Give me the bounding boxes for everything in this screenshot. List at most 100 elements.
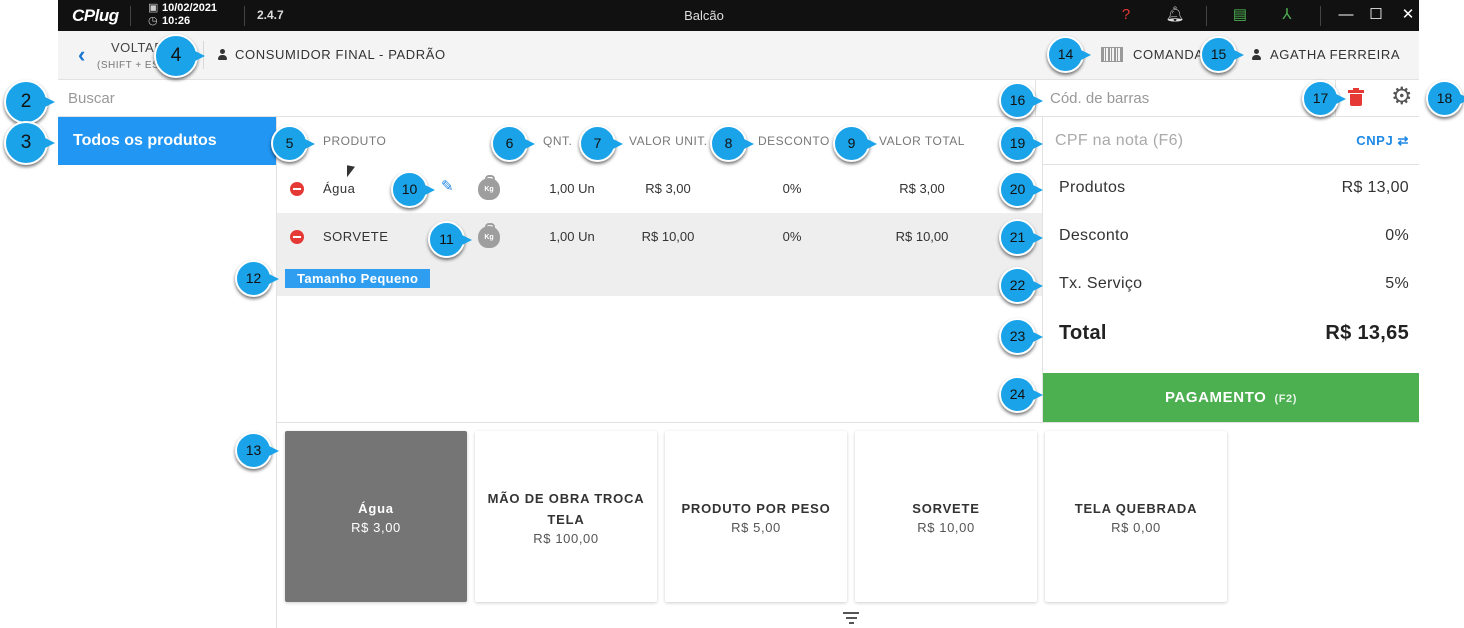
swap-icon: ⇄ [1397, 133, 1409, 148]
network-icon[interactable]: ⅄ [1277, 6, 1297, 24]
summary-total: Total R$ 13,65 [1059, 322, 1409, 344]
col-qty: QNT. [543, 134, 573, 148]
item-discount: 0% [782, 181, 802, 196]
callout-badge: 20 [999, 171, 1043, 208]
callout-badge: 6 [491, 125, 535, 162]
cnpj-label: CNPJ [1356, 133, 1394, 148]
payment-button[interactable]: PAGAMENTO (F2) [1043, 373, 1419, 422]
time-display: ◷ 10:26 [148, 15, 191, 27]
date-display: ▣ 10/02/2021 [148, 2, 218, 14]
title-bar: CPlug ▣ 10/02/2021 ◷ 10:26 2.4.7 Balcão ? … [58, 0, 1419, 31]
item-qty: 1,00 Un [549, 181, 595, 196]
user-selector[interactable]: AGATHA FERREIRA [1252, 47, 1400, 62]
clock-icon: ◷ [148, 15, 158, 27]
search-bar: ⚙ [58, 80, 1419, 117]
item-unit-price: R$ 10,00 [641, 229, 695, 244]
close-icon[interactable]: ✕ [1398, 6, 1418, 24]
maximize-icon[interactable]: ☐ [1366, 6, 1386, 24]
chevron-left-icon: ‹ [78, 42, 86, 67]
remove-item-icon[interactable] [290, 182, 304, 196]
window-title: Balcão [684, 8, 724, 23]
cnpj-toggle[interactable]: CNPJ ⇄ [1356, 133, 1409, 149]
product-price: R$ 100,00 [533, 530, 599, 546]
callout-badge: 17 [1302, 80, 1346, 117]
category-all-products[interactable]: Todos os produtos [58, 117, 276, 165]
search-input[interactable] [66, 86, 1020, 110]
callout-badge: 5 [271, 125, 315, 162]
calendar-icon: ▣ [148, 2, 159, 14]
weight-icon[interactable]: Kg [478, 175, 500, 200]
product-name: Água [358, 501, 394, 516]
callout-badge: 15 [1200, 36, 1244, 73]
product-card[interactable]: TELA QUEBRADA R$ 0,00 [1045, 431, 1227, 602]
person-icon [1252, 49, 1261, 61]
product-name: MÃO DE OBRA TROCA TELA [487, 490, 645, 527]
callout-badge: 8 [710, 125, 754, 162]
pencil-icon[interactable]: ✎ [441, 177, 454, 195]
callout-badge: 2 [4, 80, 55, 124]
cpf-input[interactable]: CPF na nota (F6) [1055, 132, 1183, 150]
product-price: R$ 10,00 [917, 520, 975, 535]
product-name: PRODUTO POR PESO [681, 501, 831, 516]
divider [1320, 6, 1321, 26]
bell-icon[interactable]: 🔔︎ [1165, 6, 1185, 24]
customer-selector[interactable]: CONSUMIDOR FINAL - PADRÃO [218, 47, 446, 62]
product-card[interactable]: Água R$ 3,00 [285, 431, 467, 602]
minimize-icon[interactable]: — [1336, 6, 1356, 24]
table-header: PRODUTO QNT. VALOR UNIT. DESCONTO VALOR … [277, 117, 1042, 165]
mouse-cursor [347, 165, 355, 179]
category-label: Todos os produtos [73, 132, 217, 149]
col-discount: DESCONTO [758, 134, 830, 148]
gear-icon[interactable]: ⚙ [1391, 84, 1413, 110]
item-name: Água [323, 181, 356, 196]
product-card[interactable]: MÃO DE OBRA TROCA TELA R$ 100,00 [475, 431, 657, 602]
remove-item-icon[interactable] [290, 230, 304, 244]
callout-badge: 12 [235, 260, 279, 297]
barcode-input[interactable] [1048, 86, 1292, 110]
table-row[interactable]: SORVETE Kg 1,00 Un R$ 10,00 0% R$ 10,00 [277, 213, 1042, 261]
summary-service-fee: Tx. Serviço 5% [1059, 275, 1409, 292]
person-icon [218, 49, 227, 61]
col-product: PRODUTO [323, 134, 387, 148]
callout-badge: 24 [999, 376, 1043, 413]
callout-badge: 14 [1047, 36, 1091, 73]
col-unit-price: VALOR UNIT. [629, 134, 708, 148]
filter-icon[interactable] [843, 612, 859, 627]
callout-badge: 22 [999, 267, 1043, 304]
help-icon[interactable]: ? [1116, 6, 1136, 24]
divider [130, 6, 131, 26]
divider [1206, 6, 1207, 26]
product-card[interactable]: PRODUTO POR PESO R$ 5,00 [665, 431, 847, 602]
weight-icon[interactable]: Kg [478, 223, 500, 248]
callout-badge: 11 [428, 221, 472, 258]
callout-badge: 16 [999, 82, 1043, 119]
product-price: R$ 5,00 [731, 520, 781, 535]
callout-badge: 21 [999, 219, 1043, 256]
divider [244, 6, 245, 26]
product-price: R$ 3,00 [351, 520, 401, 535]
callout-badge: 13 [235, 432, 279, 469]
summary-discount: Desconto 0% [1059, 227, 1409, 244]
divider [1043, 164, 1419, 165]
product-name: SORVETE [912, 501, 980, 516]
server-icon[interactable]: ▤ [1230, 6, 1250, 24]
variant-tag: Tamanho Pequeno [285, 269, 431, 288]
callout-badge: 7 [579, 125, 623, 162]
product-price: R$ 0,00 [1111, 520, 1161, 535]
item-unit-price: R$ 3,00 [645, 181, 691, 196]
callout-badge: 18 [1426, 80, 1464, 117]
callout-badge: 3 [4, 121, 55, 165]
item-qty: 1,00 Un [549, 229, 595, 244]
trash-icon[interactable] [1348, 88, 1364, 106]
cplug-logo: CPlug [72, 6, 119, 25]
callout-badge: 4 [154, 34, 205, 78]
comanda-label: COMANDA [1133, 47, 1204, 62]
product-name: TELA QUEBRADA [1074, 501, 1198, 516]
item-name: SORVETE [323, 229, 389, 244]
item-total: R$ 3,00 [899, 181, 945, 196]
product-card[interactable]: SORVETE R$ 10,00 [855, 431, 1037, 602]
callout-badge: 19 [999, 125, 1043, 162]
app-version: 2.4.7 [257, 8, 284, 22]
user-name: AGATHA FERREIRA [1270, 47, 1401, 62]
comanda-button[interactable]: COMANDA [1101, 47, 1204, 63]
